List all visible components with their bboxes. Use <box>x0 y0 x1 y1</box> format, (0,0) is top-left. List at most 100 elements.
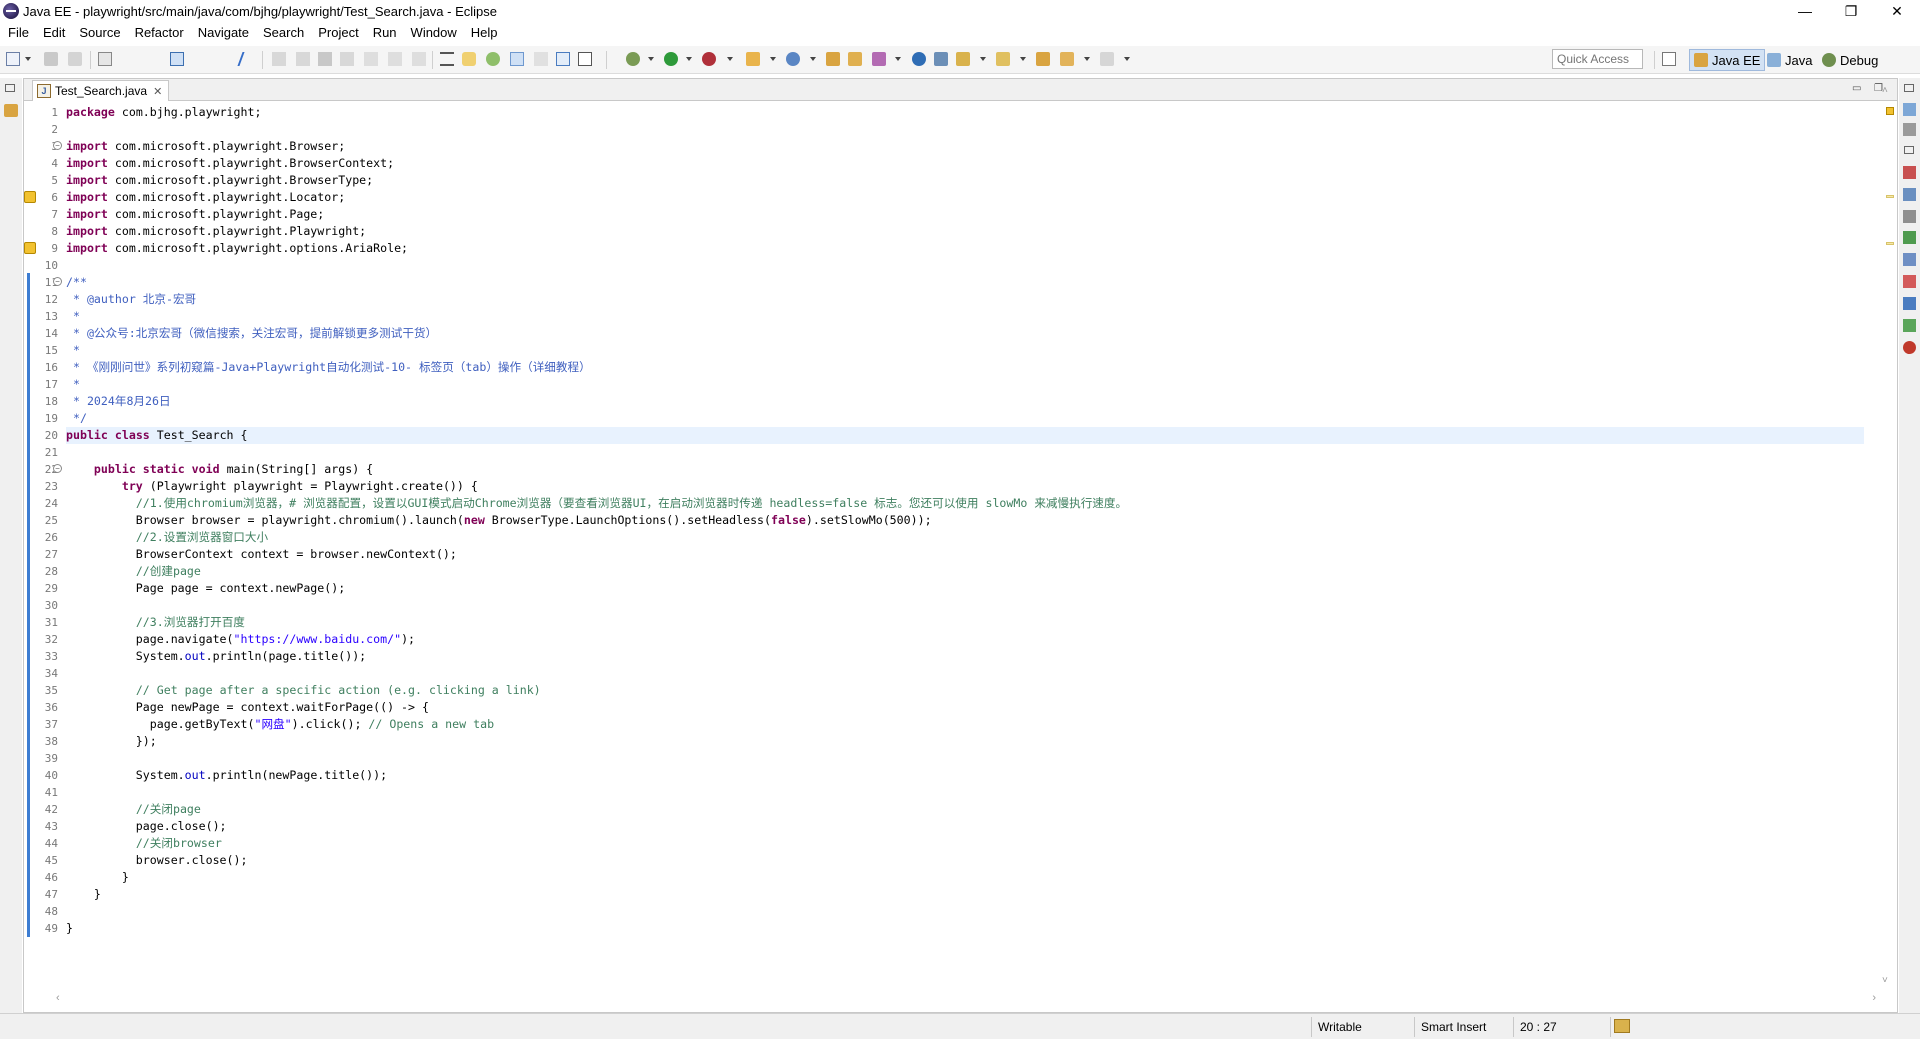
use-step-filters-icon[interactable] <box>462 52 476 66</box>
perspective-java[interactable]: Java <box>1763 49 1816 71</box>
search-icon[interactable] <box>872 52 886 66</box>
code-line[interactable]: import com.microsoft.playwright.Playwrig… <box>66 223 366 240</box>
code-line[interactable]: * <box>66 342 80 359</box>
menu-file[interactable]: File <box>0 25 35 40</box>
open-console-icon[interactable] <box>170 52 184 66</box>
code-line[interactable]: Page page = context.newPage(); <box>66 580 345 597</box>
new-java-package-icon[interactable] <box>786 52 800 66</box>
code-line[interactable]: public static void main(String[] args) { <box>66 461 373 478</box>
code-line[interactable]: * 2024年8月26日 <box>66 393 171 410</box>
code-line[interactable]: //3.浏览器打开百度 <box>66 614 245 631</box>
warning-marker[interactable] <box>1886 242 1894 245</box>
back-icon[interactable] <box>1060 52 1074 66</box>
last-edit-location-icon[interactable] <box>1036 52 1050 66</box>
minimize-icon[interactable]: ▭ <box>1852 83 1861 94</box>
scroll-up-icon[interactable]: ˄ <box>1882 85 1888 96</box>
open-task-icon[interactable] <box>848 52 862 66</box>
progress-icon[interactable] <box>1614 1019 1630 1033</box>
warning-marker[interactable] <box>1886 195 1894 198</box>
resume-icon[interactable] <box>272 52 286 66</box>
code-line[interactable]: import com.microsoft.playwright.BrowserT… <box>66 172 373 189</box>
code-line[interactable]: import com.microsoft.playwright.Locator; <box>66 189 345 206</box>
menu-project[interactable]: Project <box>310 25 364 40</box>
code-line[interactable]: package com.bjhg.playwright; <box>66 104 261 121</box>
minimize-button[interactable]: — <box>1782 0 1828 22</box>
code-line[interactable]: } <box>66 869 129 886</box>
perspective-debug[interactable]: Debug <box>1818 49 1882 71</box>
code-line[interactable]: page.close(); <box>66 818 227 835</box>
status-insert-mode[interactable]: Smart Insert <box>1414 1017 1512 1037</box>
menu-run[interactable]: Run <box>365 25 403 40</box>
debug-icon[interactable] <box>626 52 640 66</box>
code-line[interactable]: * @author 北京-宏哥 <box>66 291 196 308</box>
menu-refactor[interactable]: Refactor <box>127 25 190 40</box>
code-line[interactable]: /** <box>66 274 87 291</box>
code-line[interactable]: System.out.println(newPage.title()); <box>66 767 387 784</box>
task-list-icon[interactable] <box>1903 123 1916 136</box>
open-type-icon[interactable] <box>826 52 840 66</box>
run-icon[interactable] <box>664 52 678 66</box>
overview-ruler[interactable] <box>1884 101 1896 1011</box>
new-icon[interactable] <box>6 52 20 66</box>
properties-icon[interactable] <box>1903 188 1916 201</box>
code-line[interactable]: try (Playwright playwright = Playwright.… <box>66 478 478 495</box>
code-line[interactable]: //2.设置浏览器窗口大小 <box>66 529 268 546</box>
menu-navigate[interactable]: Navigate <box>190 25 255 40</box>
restore-icon[interactable] <box>1904 146 1914 154</box>
save-all-icon[interactable] <box>68 52 82 66</box>
restore-button[interactable]: ❐ <box>1828 0 1874 22</box>
code-line[interactable]: } <box>66 886 101 903</box>
servers-icon[interactable] <box>1903 210 1916 223</box>
progress-icon[interactable] <box>1903 319 1916 332</box>
code-line[interactable]: * <box>66 376 80 393</box>
forward-icon[interactable] <box>1100 52 1114 66</box>
code-line[interactable]: * @公众号:北京宏哥（微信搜索，关注宏哥，提前解锁更多测试干货） <box>66 325 437 342</box>
menu-edit[interactable]: Edit <box>35 25 71 40</box>
console-icon[interactable] <box>1903 297 1916 310</box>
menu-window[interactable]: Window <box>403 25 463 40</box>
code-line[interactable]: import com.microsoft.playwright.Browser; <box>66 138 345 155</box>
toggle-block-selection-icon[interactable] <box>534 52 548 66</box>
new-dropdown-icon[interactable] <box>25 57 31 61</box>
code-line[interactable]: //关闭browser <box>66 835 222 852</box>
junit-icon[interactable] <box>1903 341 1916 354</box>
skip-breakpoints-icon[interactable] <box>237 52 257 66</box>
code-line[interactable]: public class Test_Search { <box>66 427 1864 444</box>
code-line[interactable]: * 《刚刚问世》系列初窥篇-Java+Playwright自动化测试-10- 标… <box>66 359 591 376</box>
menu-source[interactable]: Source <box>71 25 126 40</box>
terminate-icon[interactable] <box>318 52 332 66</box>
disconnect-icon[interactable] <box>340 52 354 66</box>
code-line[interactable]: Browser browser = playwright.chromium().… <box>66 512 932 529</box>
save-icon[interactable] <box>44 52 58 66</box>
show-whitespace-icon[interactable] <box>578 52 592 66</box>
word-wrap-icon[interactable] <box>556 52 570 66</box>
code-line[interactable]: import com.microsoft.playwright.Page; <box>66 206 324 223</box>
code-line[interactable]: // Get page after a specific action (e.g… <box>66 682 541 699</box>
open-perspective-icon[interactable] <box>1662 52 1676 66</box>
code-text[interactable]: package com.bjhg.playwright; import com.m… <box>66 101 1891 1011</box>
horizontal-scrollbar[interactable]: ‹ › <box>56 990 1886 1008</box>
code-line[interactable]: */ <box>66 410 87 427</box>
drop-to-frame-icon[interactable] <box>440 52 454 66</box>
new-server-icon[interactable] <box>746 52 760 66</box>
markers-icon[interactable] <box>1903 166 1916 179</box>
project-explorer-icon[interactable] <box>4 104 18 117</box>
restore-icon[interactable] <box>5 84 15 92</box>
problems-icon[interactable] <box>1903 275 1916 288</box>
quick-access-input[interactable] <box>1552 49 1643 69</box>
outline-icon[interactable] <box>1903 103 1916 116</box>
snippets-icon[interactable] <box>1903 253 1916 266</box>
data-source-explorer-icon[interactable] <box>1903 231 1916 244</box>
code-line[interactable]: } <box>66 920 73 937</box>
print-icon[interactable] <box>98 52 112 66</box>
warning-summary-icon[interactable] <box>1886 107 1894 115</box>
code-line[interactable]: System.out.println(page.title()); <box>66 648 366 665</box>
restore-icon[interactable] <box>1904 84 1914 92</box>
next-edit-icon[interactable] <box>956 52 970 66</box>
scroll-left-icon[interactable]: ‹ <box>56 992 60 1004</box>
code-line[interactable]: page.navigate("https://www.baidu.com/"); <box>66 631 415 648</box>
code-line[interactable]: }); <box>66 733 157 750</box>
scroll-down-icon[interactable]: ˅ <box>1882 975 1888 986</box>
run-external-tools-icon[interactable] <box>702 52 716 66</box>
fold-collapse-icon[interactable]: − <box>53 277 62 286</box>
